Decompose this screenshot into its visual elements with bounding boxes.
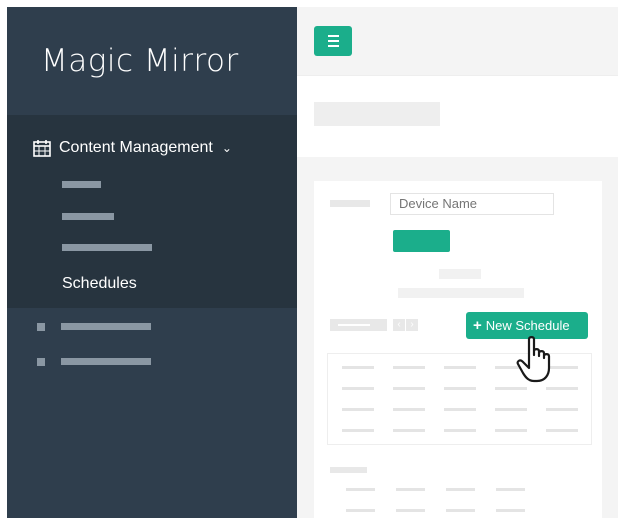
sidebar: Magic Mirror Content Management ⌄ Schedu… [7, 7, 297, 518]
calendar-icon [33, 140, 51, 157]
sidebar-item-placeholder[interactable] [7, 356, 297, 368]
page-size-bar [338, 324, 370, 326]
new-schedule-label: New Schedule [485, 318, 570, 333]
sidebar-subitem-placeholder[interactable] [62, 213, 114, 220]
hamburger-icon [328, 40, 339, 42]
sidebar-item-schedules[interactable]: Schedules [62, 275, 137, 293]
table-cell [444, 366, 476, 369]
table-cell [342, 387, 374, 390]
prev-page-button[interactable]: ‹ [393, 319, 405, 331]
search-button[interactable] [393, 230, 450, 252]
page-header [297, 75, 618, 158]
page-size-select[interactable] [330, 319, 387, 331]
table-cell [342, 408, 374, 411]
table-cell [496, 509, 525, 512]
subheading-placeholder [398, 288, 524, 298]
plus-icon: + [473, 317, 482, 334]
heading-placeholder [439, 269, 481, 279]
hamburger-icon [328, 45, 339, 47]
content-area: ‹ › + New Schedule [297, 157, 618, 531]
page-title-placeholder [314, 102, 440, 126]
content-management-section: Content Management ⌄ Schedules [7, 115, 297, 308]
device-name-input[interactable] [390, 193, 554, 215]
table-cell [342, 429, 374, 432]
table-cell [495, 429, 527, 432]
chevron-down-icon: ⌄ [221, 141, 232, 155]
sidebar-subitem-placeholder[interactable] [62, 244, 152, 251]
content-management-label: Content Management [59, 139, 213, 156]
table-cell [446, 509, 475, 512]
table-cell [342, 366, 374, 369]
logo: Magic Mirror [7, 7, 297, 115]
table-cell [396, 488, 425, 491]
sidebar-item-placeholder[interactable] [7, 321, 297, 333]
sidebar-subitem-placeholder[interactable] [62, 181, 101, 188]
table-cell [346, 488, 375, 491]
table-cell [546, 429, 578, 432]
table-cell [346, 509, 375, 512]
table-cell [393, 366, 425, 369]
table-cell [396, 509, 425, 512]
table-cell [546, 387, 578, 390]
table-cell [546, 408, 578, 411]
bullet-icon [37, 323, 45, 331]
table-cell [495, 408, 527, 411]
sidebar-item-label-placeholder [61, 358, 151, 365]
hamburger-icon [328, 35, 339, 37]
next-page-button[interactable]: › [406, 319, 418, 331]
top-bar [297, 7, 618, 75]
app-title: Magic Mirror [41, 43, 239, 79]
field-label-placeholder [330, 200, 370, 207]
bullet-icon [37, 358, 45, 366]
table-cell [495, 387, 527, 390]
table-cell [444, 408, 476, 411]
table-cell [496, 488, 525, 491]
hamburger-menu-button[interactable] [314, 26, 352, 56]
section-label-placeholder [330, 467, 367, 473]
table-cell [393, 387, 425, 390]
sidebar-item-label-placeholder [61, 323, 151, 330]
table-cell [393, 408, 425, 411]
content-management-toggle[interactable]: Content Management ⌄ [33, 139, 232, 157]
table-cell [446, 488, 475, 491]
schedules-card: ‹ › + New Schedule [314, 181, 602, 531]
hand-pointer-icon [516, 336, 551, 383]
table-cell [444, 387, 476, 390]
table-cell [444, 429, 476, 432]
table-cell [393, 429, 425, 432]
